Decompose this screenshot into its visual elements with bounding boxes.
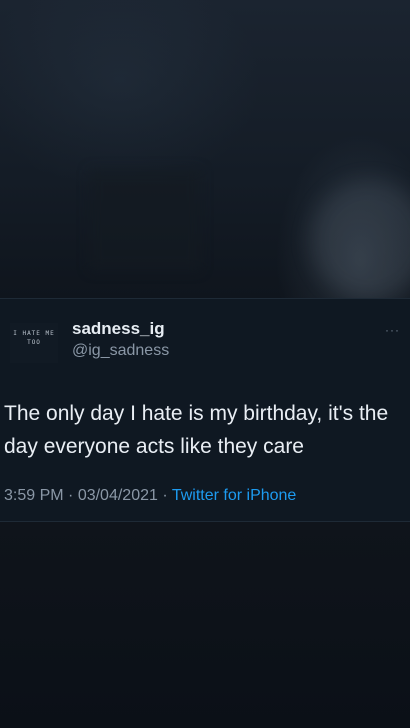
- meta-separator: ·: [63, 487, 78, 504]
- background-photo-top: [0, 0, 410, 300]
- tweet-meta: 3:59 PM · 03/04/2021 · Twitter for iPhon…: [4, 486, 296, 506]
- tweet-source-link[interactable]: Twitter for iPhone: [172, 487, 297, 504]
- tweet-date[interactable]: 03/04/2021: [78, 487, 158, 504]
- tweet-text: The only day I hate is my birthday, it's…: [4, 402, 389, 458]
- meta-separator: ·: [157, 487, 172, 504]
- tweet-time[interactable]: 3:59 PM: [4, 487, 64, 504]
- background-photo-bottom: [0, 522, 410, 728]
- avatar[interactable]: I HATE ME TOO: [10, 323, 58, 363]
- avatar-text: I HATE ME TOO: [13, 330, 55, 346]
- user-handle[interactable]: @ig_sadness: [72, 341, 169, 361]
- background-shadow: [90, 170, 200, 270]
- display-name[interactable]: sadness_ig: [72, 318, 165, 340]
- tweet-card[interactable]: I HATE ME TOO sadness_ig @ig_sadness ···…: [0, 298, 410, 522]
- background-figure: [310, 180, 410, 300]
- more-dots-icon[interactable]: ···: [385, 323, 400, 337]
